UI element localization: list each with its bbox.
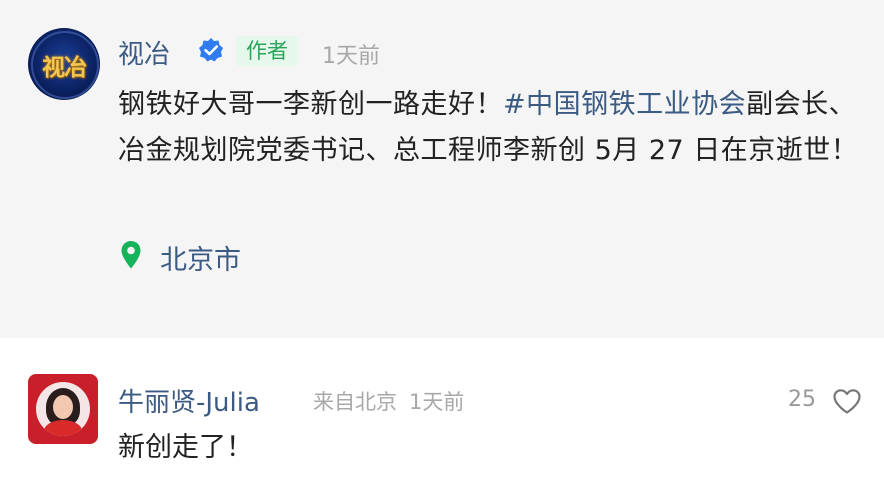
author-logo-text: 视冶 [42,55,87,81]
post-time: 1天前 [322,44,380,69]
post-content: 钢铁好大哥一李新创一路走好！#中国钢铁工业协会副会长、冶金规划院党委书记、总工程… [118,82,868,174]
post-card: 视冶 视冶 作者 1天前 钢铁好大哥一李新创一路走好！#中国钢铁工业协会副会长、… [0,0,884,338]
comment-origin: 来自北京 [313,390,397,414]
location-text: 北京市 [160,245,241,276]
avatar-photo [36,382,90,436]
comment-meta: 来自北京 1天前 [313,386,464,416]
hashtag-link[interactable]: #中国钢铁工业协会 [503,89,746,120]
commenter-name[interactable]: 牛丽贤-Julia [118,382,260,419]
author-badge: 作者 [236,36,298,66]
heart-outline-icon[interactable] [832,388,862,415]
post-text: 钢铁好大哥一李新创一路走好！ [118,89,503,120]
verified-check-icon [199,38,223,62]
author-avatar[interactable]: 视冶 [28,28,100,100]
commenter-avatar[interactable] [28,374,98,444]
comment-time: 1天前 [409,390,465,414]
location-pin-icon [121,241,141,269]
author-name[interactable]: 视冶 [118,34,170,71]
like-count: 25 [788,387,816,412]
comment-text: 新创走了！ [118,432,253,463]
